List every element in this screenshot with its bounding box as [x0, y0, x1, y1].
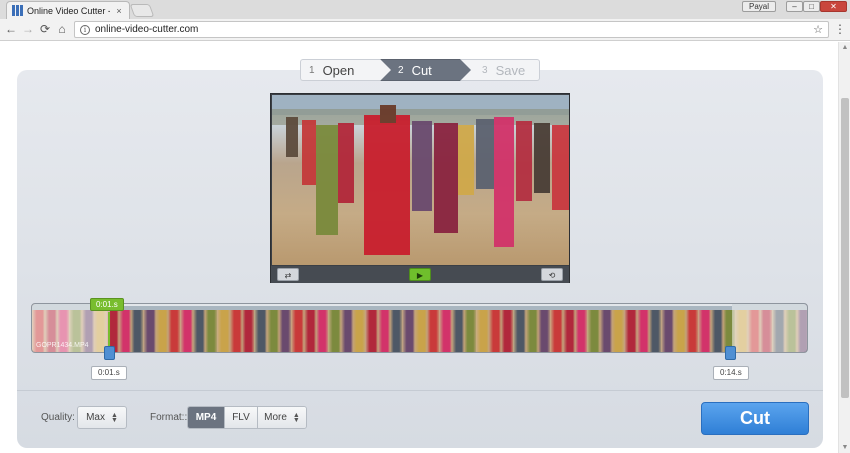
quality-label: Quality: [41, 412, 75, 423]
format-mp4-button[interactable]: MP4 [188, 407, 224, 428]
tab-close-icon[interactable]: × [114, 6, 124, 16]
updown-arrow-icon: ▲ ▼ [110, 411, 118, 424]
step-cut[interactable]: 2 Cut [380, 59, 471, 81]
bookmark-star-icon[interactable]: ☆ [813, 23, 823, 36]
trim-end-handle[interactable] [725, 346, 736, 360]
url-text[interactable]: online-video-cutter.com [95, 24, 808, 35]
format-option-label: FLV [232, 412, 250, 423]
browser-menu-icon[interactable]: ⋮ [834, 22, 846, 37]
trim-end-time[interactable]: 0:14.s [713, 366, 749, 380]
step-number: 1 [309, 64, 315, 76]
window-maximize-button[interactable]: □ [803, 1, 820, 12]
format-more-button[interactable]: More ▲ ▼ [257, 407, 306, 428]
timeline-frame-thumbnail [254, 304, 292, 352]
step-number: 2 [398, 64, 404, 76]
trim-start-time[interactable]: 0:01.s [91, 366, 127, 380]
video-player: ⇄ ▶ ⟲ [270, 93, 570, 283]
trimmed-region-right [732, 304, 807, 352]
browser-titlebar: Online Video Cutter - Cu × Payal – □ ✕ [0, 0, 850, 19]
reload-icon[interactable]: ⟳ [38, 22, 52, 37]
video-preview[interactable] [272, 95, 569, 265]
step-number: 3 [482, 64, 488, 76]
format-flv-button[interactable]: FLV [224, 407, 257, 428]
trim-start-handle[interactable] [104, 346, 115, 360]
step-open[interactable]: 1 Open [300, 59, 380, 81]
selection-range-bar [110, 304, 732, 306]
rotate-icon[interactable]: ⟲ [541, 268, 563, 281]
timeline-frame-thumbnail [476, 304, 514, 352]
site-favicon-icon [12, 5, 23, 16]
user-name: Payal [749, 1, 770, 11]
scroll-down-arrow-icon[interactable]: ▼ [841, 444, 849, 451]
format-option-label: More [264, 412, 287, 423]
updown-arrow-icon: ▲ ▼ [292, 411, 300, 424]
player-controls: ⇄ ▶ ⟲ [271, 266, 569, 283]
timeline-frame-thumbnail [328, 304, 366, 352]
format-selector: MP4 FLV More ▲ ▼ [187, 406, 307, 429]
video-timeline[interactable]: GOPR1434.MP4 [31, 303, 808, 353]
step-label: Open [322, 62, 355, 78]
timeline-frame-thumbnail [550, 304, 588, 352]
current-time-marker[interactable]: 0:01.s [90, 298, 124, 311]
timeline-frame-thumbnail [624, 304, 662, 352]
step-label: Cut [411, 62, 432, 78]
timeline-frame-thumbnail [180, 304, 218, 352]
timeline-frame-thumbnail [143, 304, 181, 352]
user-profile-button[interactable]: Payal [742, 1, 777, 12]
cut-button[interactable]: Cut [701, 402, 809, 435]
tab-title: Online Video Cutter - Cu [27, 5, 110, 16]
timeline-frame-thumbnail [661, 304, 699, 352]
scroll-up-arrow-icon[interactable]: ▲ [841, 44, 849, 51]
back-arrow-icon[interactable]: ← [4, 22, 18, 37]
step-save[interactable]: 3 Save [460, 59, 540, 81]
video-frame-image [272, 95, 569, 255]
browser-toolbar: ← → ⟳ ⌂ i online-video-cutter.com ☆ ⋮ [0, 19, 850, 41]
timeline-frame-thumbnail [402, 304, 440, 352]
swap-icon[interactable]: ⇄ [277, 268, 299, 281]
timeline-frame-thumbnail [439, 304, 477, 352]
new-tab-button[interactable] [129, 4, 155, 17]
window-minimize-button[interactable]: – [786, 1, 803, 12]
quality-value: Max [86, 412, 105, 423]
quality-select[interactable]: Max ▲ ▼ [77, 406, 127, 429]
panel-divider [17, 390, 823, 391]
page-scrollbar[interactable]: ▲ ▼ [838, 42, 850, 453]
scrollbar-thumb[interactable] [841, 98, 849, 398]
play-icon[interactable]: ▶ [409, 268, 431, 281]
timeline-frame-thumbnail [291, 304, 329, 352]
address-bar[interactable]: i online-video-cutter.com ☆ [74, 21, 829, 38]
browser-tab[interactable]: Online Video Cutter - Cu × [6, 1, 130, 19]
timeline-frame-thumbnail [513, 304, 551, 352]
step-indicator: 1 Open 2 Cut 3 Save [300, 59, 540, 81]
format-label: Format:: [150, 412, 188, 423]
window-close-button[interactable]: ✕ [820, 1, 847, 12]
home-icon[interactable]: ⌂ [55, 22, 69, 37]
timeline-frame-thumbnail [217, 304, 255, 352]
step-label: Save [495, 62, 526, 78]
timeline-frame-thumbnail [587, 304, 625, 352]
timeline-frame-thumbnail [365, 304, 403, 352]
forward-arrow-icon[interactable]: → [21, 22, 35, 37]
video-filename: GOPR1434.MP4 [36, 342, 89, 349]
site-info-icon[interactable]: i [80, 24, 90, 35]
format-option-label: MP4 [195, 412, 217, 423]
